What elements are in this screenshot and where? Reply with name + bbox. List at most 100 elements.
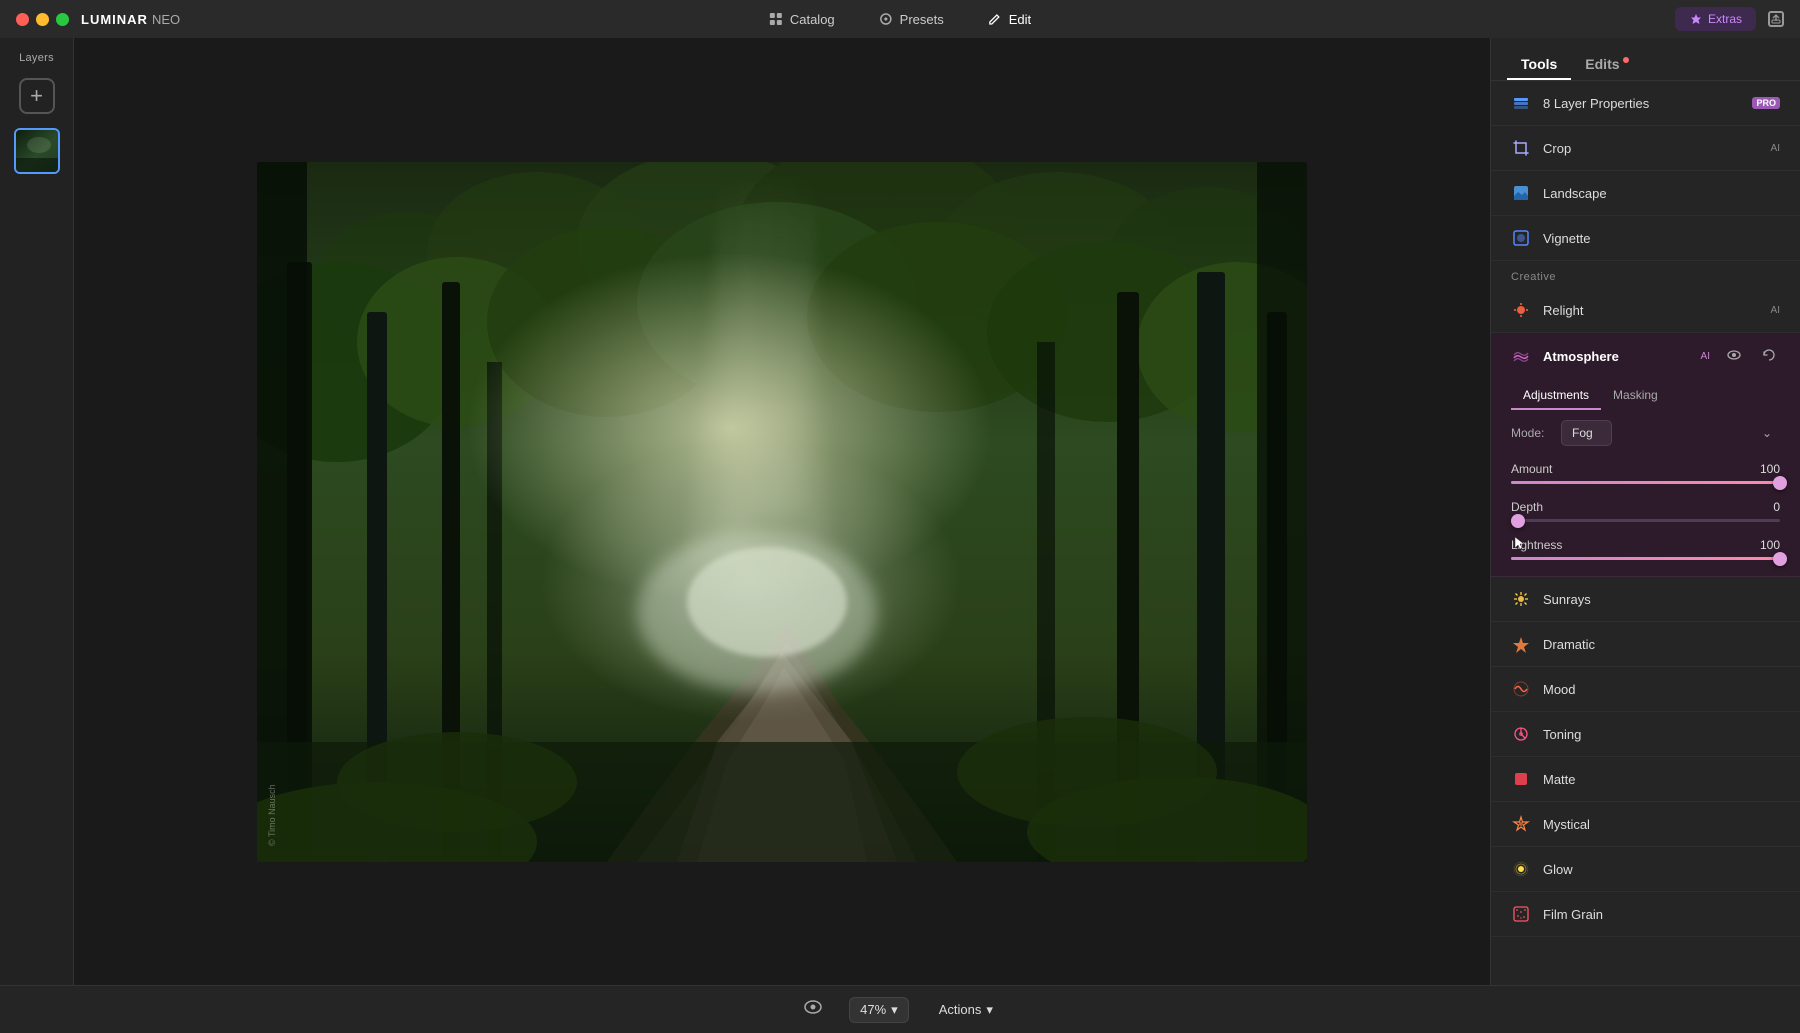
extras-label: Extras (1708, 12, 1742, 26)
mood-label: Mood (1543, 682, 1780, 697)
atmosphere-icon (1511, 347, 1531, 367)
actions-button[interactable]: Actions ▾ (929, 996, 1003, 1024)
amount-label: Amount (1511, 462, 1552, 476)
film-grain-label: Film Grain (1543, 907, 1780, 922)
relight-label: Relight (1543, 303, 1759, 318)
mode-row: Mode: Fog Haze Mist Dust (1491, 410, 1800, 456)
lightness-slider-fill (1511, 557, 1780, 560)
title-bar: LUMINAR NEO Catalog Presets Edit (0, 0, 1800, 38)
edits-label: Edits (1585, 56, 1619, 72)
tab-tools[interactable]: Tools (1507, 50, 1571, 80)
layer-thumbnail[interactable] (14, 128, 60, 174)
lightness-slider-track[interactable] (1511, 557, 1780, 560)
app-name-suffix: NEO (152, 12, 180, 27)
lightness-slider-thumb[interactable] (1773, 552, 1787, 566)
amount-slider-track[interactable] (1511, 481, 1780, 484)
matte-label: Matte (1543, 772, 1780, 787)
traffic-lights (16, 13, 69, 26)
zoom-chevron: ▾ (891, 1002, 898, 1018)
depth-value: 0 (1773, 500, 1780, 514)
lightness-slider-row: Lightness 100 (1491, 532, 1800, 576)
visibility-toggle-btn[interactable] (797, 993, 829, 1026)
presets-label: Presets (900, 12, 944, 27)
mystical-label: Mystical (1543, 817, 1780, 832)
layers-title: Layers (19, 52, 54, 64)
vignette-label: Vignette (1543, 231, 1780, 246)
dramatic-icon (1511, 634, 1531, 654)
depth-label: Depth (1511, 500, 1543, 514)
relight-icon (1511, 300, 1531, 320)
depth-slider-thumb[interactable] (1511, 514, 1525, 528)
tool-landscape[interactable]: Landscape (1491, 171, 1800, 216)
mystical-icon (1511, 814, 1531, 834)
glow-label: Glow (1543, 862, 1780, 877)
creative-section-label: Creative (1491, 261, 1800, 288)
crop-icon (1511, 138, 1531, 158)
atmosphere-header[interactable]: Atmosphere AI (1491, 333, 1800, 380)
mood-icon (1511, 679, 1531, 699)
filmgrain-icon (1511, 904, 1531, 924)
tool-glow[interactable]: Glow (1491, 847, 1800, 892)
crop-label: Crop (1543, 141, 1759, 156)
amount-slider-thumb[interactable] (1773, 476, 1787, 490)
catalog-label: Catalog (790, 12, 835, 27)
sub-tab-masking[interactable]: Masking (1601, 384, 1670, 410)
add-layer-button[interactable]: + (19, 78, 55, 114)
extras-icon (1689, 12, 1703, 26)
close-button[interactable] (16, 13, 29, 26)
tool-mystical[interactable]: Mystical (1491, 802, 1800, 847)
tool-sunrays[interactable]: Sunrays (1491, 577, 1800, 622)
minimize-button[interactable] (36, 13, 49, 26)
sub-tab-adjustments[interactable]: Adjustments (1511, 384, 1601, 410)
depth-slider-row: Depth 0 (1491, 494, 1800, 532)
panel-tabs: Tools Edits (1491, 38, 1800, 81)
landscape-icon (1511, 183, 1531, 203)
tool-matte[interactable]: Matte (1491, 757, 1800, 802)
maximize-button[interactable] (56, 13, 69, 26)
main-area: Layers + (0, 38, 1800, 985)
layers-icon (1511, 93, 1531, 113)
tool-toning[interactable]: Toning (1491, 712, 1800, 757)
tool-relight[interactable]: Relight AI (1491, 288, 1800, 333)
mode-label: Mode: (1511, 426, 1551, 440)
tool-mood[interactable]: Mood (1491, 667, 1800, 712)
edit-label: Edit (1009, 12, 1031, 27)
tab-edits[interactable]: Edits (1571, 50, 1642, 80)
amount-slider-fill (1511, 481, 1780, 484)
reset-icon (1762, 348, 1776, 362)
atmosphere-section: Atmosphere AI (1491, 333, 1800, 577)
mode-select[interactable]: Fog Haze Mist Dust (1561, 420, 1612, 446)
tool-section-creative: Relight AI Atmosphere AI (1491, 288, 1800, 937)
zoom-control[interactable]: 47% ▾ (849, 997, 909, 1023)
nav-bar: Catalog Presets Edit (747, 6, 1053, 33)
app-logo: LUMINAR NEO (81, 12, 180, 27)
pro-badge: PRO (1752, 97, 1780, 109)
tool-layer-properties[interactable]: 8 Layer Properties PRO (1491, 81, 1800, 126)
photo-canvas: © Timo Nausch (257, 162, 1307, 862)
depth-slider-track[interactable] (1511, 519, 1780, 522)
atmosphere-sub-tabs: Adjustments Masking (1491, 380, 1800, 410)
extras-button[interactable]: Extras (1675, 7, 1756, 31)
tool-dramatic[interactable]: Dramatic (1491, 622, 1800, 667)
layers-sidebar: Layers + (0, 38, 74, 985)
tool-crop[interactable]: Crop AI (1491, 126, 1800, 171)
tool-vignette[interactable]: Vignette (1491, 216, 1800, 261)
share-icon[interactable] (1768, 11, 1784, 27)
actions-chevron: ▾ (986, 1002, 993, 1018)
ai-badge-crop: AI (1771, 143, 1780, 154)
tool-film-grain[interactable]: Film Grain (1491, 892, 1800, 937)
dramatic-label: Dramatic (1543, 637, 1780, 652)
atmosphere-visibility-btn[interactable] (1722, 345, 1746, 368)
presets-nav-btn[interactable]: Presets (857, 6, 966, 33)
amount-value: 100 (1760, 462, 1780, 476)
ai-badge-relight: AI (1771, 305, 1780, 316)
catalog-icon (769, 12, 783, 26)
atmosphere-reset-btn[interactable] (1758, 346, 1780, 367)
edit-nav-btn[interactable]: Edit (966, 6, 1053, 33)
lightness-label: Lightness (1511, 538, 1562, 552)
catalog-nav-btn[interactable]: Catalog (747, 6, 857, 33)
title-bar-right: Extras (1675, 7, 1784, 31)
tool-section-basic: 8 Layer Properties PRO Crop AI (1491, 81, 1800, 261)
vignette-icon (1511, 228, 1531, 248)
eye-icon (1726, 347, 1742, 363)
